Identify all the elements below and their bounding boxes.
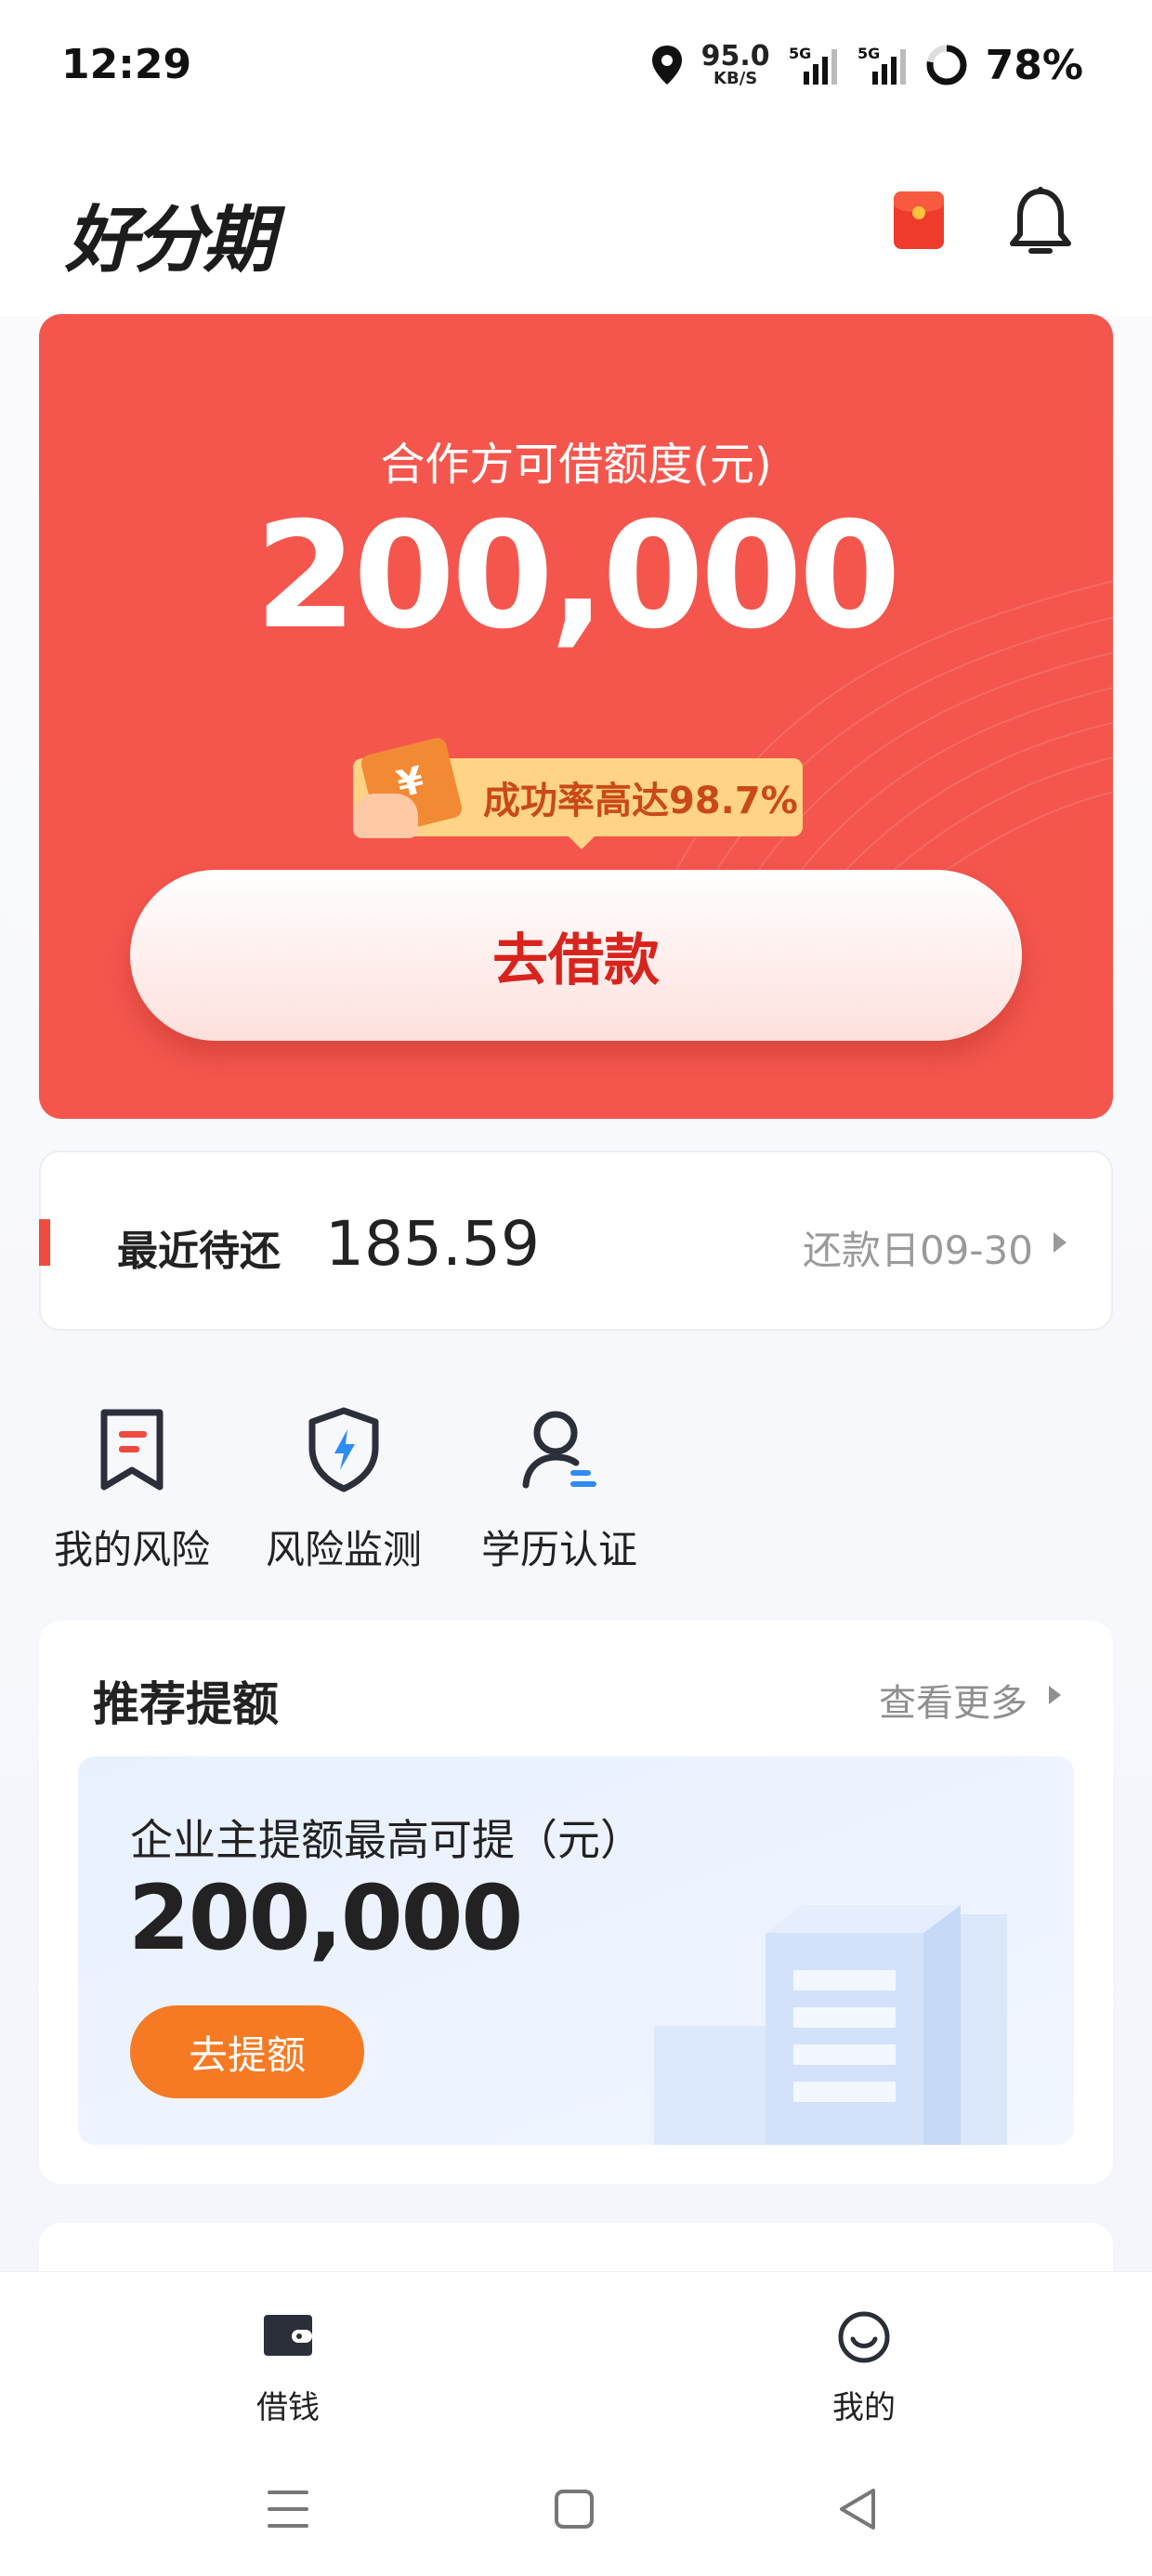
bookmark-icon [100, 1409, 164, 1491]
red-envelope-icon[interactable] [894, 191, 944, 249]
repayment-card[interactable]: 最近待还 185.59 还款日09-30 [39, 1150, 1113, 1331]
credit-label: 合作方可借额度(元) [380, 439, 772, 491]
recommend-amount: 200,000 [128, 1866, 523, 1970]
battery-ring-icon [926, 45, 967, 85]
tab-mine[interactable]: 我的 [771, 2272, 957, 2436]
shield-bolt-icon [308, 1407, 379, 1492]
raise-limit-button[interactable]: 去提额 [130, 2005, 364, 2098]
quick-actions: 我的风险 风险监测 学历认证 [39, 1394, 745, 1580]
menu-icon[interactable] [251, 2472, 325, 2546]
quick-action-label: 我的风险 [53, 1527, 210, 1572]
status-bar: 12:29 95.0 KB/S 5G 5G 78% [0, 0, 1152, 139]
system-nav-bar [0, 2435, 1152, 2576]
view-more-link[interactable]: 查看更多 [879, 1673, 1028, 1727]
signal-icon: 5G [789, 45, 837, 85]
wallet-icon [264, 2315, 312, 2356]
svg-text:5G: 5G [857, 45, 880, 62]
recommend-offer[interactable]: 企业主提额最高可提（元） 200,000 去提额 [78, 1756, 1074, 2145]
tab-label: 我的 [832, 2389, 896, 2426]
repayment-title: 最近待还 [117, 1228, 281, 1275]
smiley-icon [838, 2311, 890, 2363]
chevron-right-icon [1054, 1232, 1067, 1253]
repayment-accent-bar [39, 1219, 50, 1266]
repayment-amount: 185.59 [325, 1208, 540, 1280]
tab-label: 借钱 [256, 2389, 320, 2426]
recommend-title: 推荐提额 [93, 1677, 279, 1731]
quick-action-risk-monitor[interactable]: 风险监测 [251, 1394, 437, 1580]
credit-limit-card: 合作方可借额度(元) 200,000 成功率高达98.7% ¥ 去借款 [39, 314, 1113, 1119]
repayment-due-date: 还款日09-30 [802, 1228, 1033, 1273]
recommend-subtitle: 企业主提额最高可提（元） [130, 1815, 643, 1865]
borrow-button[interactable]: 去借款 [130, 870, 1022, 1041]
svg-text:5G: 5G [789, 45, 811, 62]
network-speed: 95.0 KB/S [701, 43, 770, 87]
quick-action-my-risk[interactable]: 我的风险 [39, 1394, 225, 1580]
status-icons: 95.0 KB/S 5G 5G 78% [649, 37, 1083, 93]
status-time: 12:29 [61, 41, 192, 88]
building-illustration [654, 1905, 1007, 2145]
triangle-back-icon[interactable] [821, 2472, 896, 2546]
net-speed-value: 95.0 [700, 40, 770, 72]
recommend-card: 推荐提额 查看更多 企业主提额最高可提（元） 200,000 去提额 [39, 1621, 1113, 2184]
location-icon [651, 46, 682, 85]
net-speed-unit: KB/S [713, 69, 758, 88]
signal-icon-2: 5G [857, 45, 906, 85]
credit-amount: 200,000 [255, 491, 901, 662]
tab-borrow[interactable]: 借钱 [195, 2272, 381, 2436]
bottom-tab-bar: 借钱 我的 [0, 2271, 1152, 2435]
quick-action-education[interactable]: 学历认证 [466, 1394, 652, 1580]
battery-percent: 78% [985, 41, 1083, 89]
quick-action-label: 风险监测 [265, 1527, 422, 1572]
success-rate-text: 成功率高达98.7% [483, 780, 798, 822]
chevron-right-icon [1049, 1686, 1061, 1704]
app-logo: 好分期 [65, 199, 275, 283]
quick-action-label: 学历认证 [480, 1527, 637, 1572]
hand-icon [353, 794, 418, 838]
user-id-icon [522, 1411, 596, 1489]
square-home-icon[interactable] [537, 2472, 611, 2546]
app-header: 好分期 [0, 139, 1152, 316]
bell-icon[interactable] [1005, 184, 1076, 262]
